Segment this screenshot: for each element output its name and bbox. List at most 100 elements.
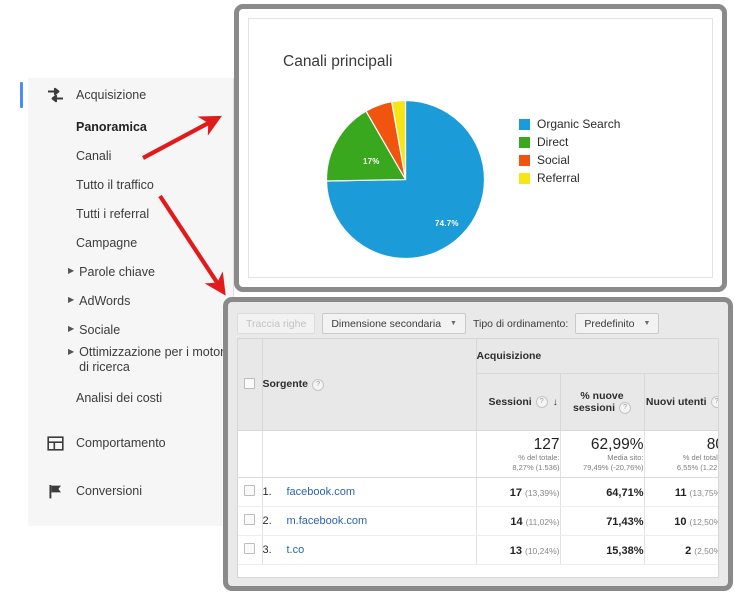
table-row[interactable]: 2. m.facebook.com 14 (11,02%) 71,43% 10 (12…: [238, 506, 718, 536]
header-source[interactable]: Sorgente?: [261, 339, 476, 431]
row-source-link[interactable]: facebook.com: [287, 486, 355, 498]
row-checkbox-cell[interactable]: [238, 477, 262, 507]
row-nuovi-utenti-pct: (13,75%): [689, 488, 718, 498]
legend-label: Direct: [537, 135, 569, 149]
help-icon[interactable]: ?: [312, 378, 325, 391]
select-all-header-cell[interactable]: [238, 339, 262, 431]
header-nuove-sessioni[interactable]: % nuove sessioni?: [559, 373, 644, 431]
row-source-link[interactable]: m.facebook.com: [287, 515, 368, 527]
summary-nuovi-utenti-line2: 6,55% (1.221): [676, 462, 718, 472]
sidebar-item-label: Ottimizzazione per i motori di ricerca: [79, 345, 228, 374]
row-nuove-sessioni-cell: 71,43%: [559, 506, 644, 536]
row-source-link[interactable]: t.co: [287, 544, 305, 556]
summary-nuove-sessioni-cell: 62,99% Media sito: 79,49% (-20,76%): [559, 430, 644, 478]
table-row[interactable]: 3. t.co 13(10,24%) 15,38% 2(2,50%): [238, 535, 718, 565]
summary-source-cell: [261, 430, 476, 478]
sidebar-section-label: Comportamento: [76, 436, 166, 450]
header-group-acquisizione: Acquisizione: [475, 339, 718, 374]
sidebar-item-label: Parole chiave: [79, 264, 155, 279]
sort-type-dropdown[interactable]: Predefinito ▼: [575, 313, 660, 334]
sidebar-item-label: Sociale: [79, 322, 121, 337]
data-grid: Sorgente? Acquisizione Sessioni? ↓ % nuov…: [237, 338, 719, 578]
chart-title: Canali principali: [283, 53, 393, 70]
sort-desc-icon[interactable]: ↓: [553, 397, 558, 408]
help-icon[interactable]: ?: [535, 396, 548, 409]
row-index: 2.: [262, 515, 272, 527]
sidebar-item-parole-chiave[interactable]: ▶ Parole chiave: [28, 257, 233, 286]
row-nuovi-utenti-cell: 10(12,50%): [643, 506, 718, 536]
sidebar-item-panoramica[interactable]: Panoramica: [28, 112, 233, 141]
row-source-cell: 3. t.co: [261, 535, 476, 565]
sidebar-section-acquisizione[interactable]: Acquisizione: [20, 78, 233, 112]
secondary-dimension-dropdown[interactable]: Dimensione secondaria ▼: [322, 313, 466, 334]
header-source-label: Sorgente: [262, 378, 309, 391]
chevron-right-icon: ▶: [68, 347, 75, 356]
chevron-right-icon: ▶: [68, 295, 75, 304]
row-checkbox-cell[interactable]: [238, 506, 262, 536]
row-sessioni-cell: 17 (13,39%): [475, 477, 560, 507]
row-nuove-sessioni-value: 15,38%: [606, 545, 644, 557]
row-index: 3.: [262, 544, 272, 556]
track-rows-button[interactable]: Traccia righe: [237, 313, 316, 334]
sidebar-item-label: Analisi dei costi: [76, 390, 163, 405]
chart-panel-inner: Canali principali 17% 74.7% Organic Sear…: [248, 18, 713, 278]
sidebar-item-analisi-dei-costi[interactable]: Analisi dei costi: [28, 383, 233, 412]
header-nuovi-utenti[interactable]: Nuovi utenti?: [643, 373, 718, 431]
sources-table: Sorgente? Acquisizione Sessioni? ↓ % nuov…: [238, 339, 718, 565]
sidebar-item-adwords[interactable]: ▶ AdWords: [28, 286, 233, 315]
help-icon[interactable]: ?: [710, 396, 718, 409]
header-sessioni-label: Sessioni: [488, 395, 532, 408]
row-checkbox[interactable]: [244, 485, 256, 496]
sidebar-item-tutto-il-traffico[interactable]: Tutto il traffico: [28, 170, 233, 199]
sidebar-item-tutti-i-referral[interactable]: Tutti i referral: [28, 199, 233, 228]
legend-swatch-referral: [519, 172, 530, 184]
header-sessioni[interactable]: Sessioni? ↓: [475, 373, 560, 431]
pie-chart: 17% 74.7%: [323, 97, 488, 262]
row-index: 1.: [262, 486, 272, 498]
active-indicator-bar: [20, 82, 23, 108]
sidebar-item-canali[interactable]: Canali: [28, 141, 233, 170]
sidebar-section-comportamento[interactable]: Comportamento: [28, 426, 233, 460]
table-header-group-row: Sorgente? Acquisizione: [238, 339, 718, 431]
header-nuove-sessioni-label: % nuove sessioni: [572, 389, 624, 414]
summary-nuovi-utenti-value: 80: [706, 435, 718, 453]
sidebar-item-label: Tutti i referral: [76, 206, 150, 221]
sidebar-section-label: Acquisizione: [76, 88, 147, 102]
row-nuovi-utenti-cell: 2(2,50%): [643, 535, 718, 565]
row-nuovi-utenti-value: 2: [685, 545, 692, 557]
legend-item: Referral: [519, 169, 620, 187]
row-checkbox[interactable]: [244, 514, 256, 525]
summary-nuove-sessioni-line1: Media sito:: [607, 452, 644, 462]
help-icon[interactable]: ?: [619, 402, 632, 415]
sidebar-item-label: AdWords: [79, 293, 131, 308]
row-sessioni-pct: (10,24%): [525, 546, 560, 556]
table-summary-row: 127 % del totale: 8,27% (1.536) 62,99% M…: [238, 430, 718, 478]
select-all-checkbox[interactable]: [244, 377, 256, 389]
legend-item: Direct: [519, 133, 620, 151]
sidebar-item-campagne[interactable]: Campagne: [28, 228, 233, 257]
sidebar-section-conversioni[interactable]: Conversioni: [28, 474, 233, 508]
table-row[interactable]: 1. facebook.com 17 (13,39%) 64,71% 11 (13,7…: [238, 477, 718, 507]
chevron-down-icon: ▼: [643, 320, 651, 327]
sources-table-panel: Traccia righe Dimensione secondaria ▼ Ti…: [223, 297, 733, 591]
row-nuove-sessioni-cell: 64,71%: [559, 477, 644, 507]
table-toolbar: Traccia righe Dimensione secondaria ▼ Ti…: [237, 309, 719, 338]
sidebar-item-sociale[interactable]: ▶ Sociale: [28, 315, 233, 344]
row-sessioni-value: 13: [509, 545, 522, 557]
row-checkbox[interactable]: [244, 543, 256, 554]
summary-sessioni-value: 127: [533, 435, 560, 453]
summary-nuovi-utenti-cell: 80 % del totale: 6,55% (1.221): [643, 430, 718, 478]
chevron-right-icon: ▶: [68, 324, 75, 333]
sidebar: Acquisizione Panoramica Canali Tutto il …: [20, 78, 234, 526]
row-nuovi-utenti-pct: (2,50%): [694, 546, 718, 556]
row-sessioni-cell: 13 (10,24%): [475, 535, 560, 565]
legend-label: Organic Search: [537, 117, 621, 131]
legend-label: Social: [537, 153, 570, 167]
sidebar-item-ottimizzazione-motori-ricerca[interactable]: ▶ Ottimizzazione per i motori di ricerca: [28, 344, 233, 383]
summary-sessioni-cell: 127 % del totale: 8,27% (1.536): [475, 430, 560, 478]
legend-item: Social: [519, 151, 620, 169]
summary-nuove-sessioni-line2: 79,49% (-20,76%): [583, 462, 644, 472]
track-rows-label: Traccia righe: [246, 317, 307, 330]
row-checkbox-cell[interactable]: [238, 535, 262, 565]
sidebar-item-label: Tutto il traffico: [76, 177, 154, 192]
